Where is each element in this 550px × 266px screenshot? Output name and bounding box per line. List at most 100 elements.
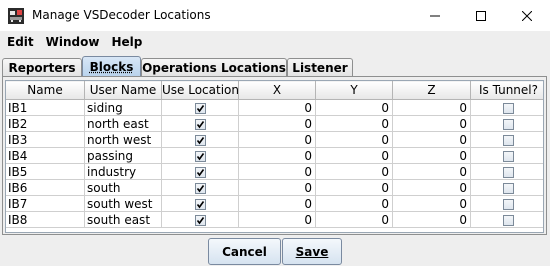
cell-use-location[interactable]: [161, 179, 239, 196]
use-location-checkbox[interactable]: [194, 198, 206, 210]
is-tunnel-checkbox[interactable]: [503, 118, 514, 130]
use-location-checkbox[interactable]: [194, 214, 206, 226]
cell-y[interactable]: 0: [315, 99, 393, 116]
cell-name[interactable]: IB6: [6, 179, 85, 196]
cell-y[interactable]: 0: [315, 147, 393, 164]
menu-window[interactable]: Window: [39, 35, 105, 49]
cell-y[interactable]: 0: [315, 211, 393, 228]
is-tunnel-checkbox[interactable]: [503, 102, 514, 114]
cell-user-name[interactable]: south east: [84, 211, 162, 228]
cell-is-tunnel[interactable]: [470, 147, 543, 164]
save-button[interactable]: Save: [282, 238, 342, 265]
cell-use-location[interactable]: [161, 131, 239, 148]
cell-z[interactable]: 0: [392, 131, 471, 148]
cell-z[interactable]: 0: [392, 195, 471, 212]
cell-y[interactable]: 0: [315, 179, 393, 196]
column-header-name[interactable]: Name: [6, 81, 85, 100]
cell-is-tunnel[interactable]: [470, 179, 543, 196]
cell-use-location[interactable]: [161, 211, 239, 228]
menu-edit[interactable]: Edit: [0, 35, 39, 49]
tab-reporters[interactable]: Reporters: [2, 58, 82, 76]
cell-x[interactable]: 0: [238, 115, 316, 132]
column-header-use-location[interactable]: Use Location: [161, 81, 239, 100]
cell-use-location[interactable]: [161, 115, 239, 132]
blocks-table-container[interactable]: Name User Name Use Location X Y Z Is Tun…: [5, 80, 544, 233]
use-location-checkbox[interactable]: [194, 134, 206, 146]
cell-x[interactable]: 0: [238, 131, 316, 148]
cell-is-tunnel[interactable]: [470, 131, 543, 148]
maximize-button[interactable]: [458, 0, 504, 31]
tab-operations-locations[interactable]: Operations Locations: [141, 58, 287, 76]
cell-z[interactable]: 0: [392, 211, 471, 228]
cell-user-name[interactable]: north west: [84, 131, 162, 148]
table-row[interactable]: IB6 south 0 0 0: [6, 179, 543, 196]
cell-x[interactable]: 0: [238, 179, 316, 196]
table-row[interactable]: IB3 north west 0 0 0: [6, 131, 543, 148]
cell-is-tunnel[interactable]: [470, 211, 543, 228]
cell-is-tunnel[interactable]: [470, 195, 543, 212]
cell-user-name[interactable]: south: [84, 179, 162, 196]
cell-x[interactable]: 0: [238, 147, 316, 164]
close-button[interactable]: [504, 0, 550, 31]
menu-help[interactable]: Help: [104, 35, 147, 49]
cell-user-name[interactable]: siding: [84, 99, 162, 116]
minimize-button[interactable]: [412, 0, 458, 31]
use-location-checkbox[interactable]: [194, 150, 206, 162]
table-row[interactable]: IB1 siding 0 0 0: [6, 99, 543, 116]
cell-use-location[interactable]: [161, 99, 239, 116]
cell-name[interactable]: IB2: [6, 115, 85, 132]
column-header-x[interactable]: X: [238, 81, 316, 100]
use-location-checkbox[interactable]: [194, 118, 206, 130]
tab-listener[interactable]: Listener: [287, 58, 353, 76]
cell-user-name[interactable]: south west: [84, 195, 162, 212]
is-tunnel-checkbox[interactable]: [503, 198, 514, 210]
cell-user-name[interactable]: north east: [84, 115, 162, 132]
cell-y[interactable]: 0: [315, 115, 393, 132]
cell-x[interactable]: 0: [238, 99, 316, 116]
cell-y[interactable]: 0: [315, 195, 393, 212]
is-tunnel-checkbox[interactable]: [503, 182, 514, 194]
is-tunnel-checkbox[interactable]: [503, 214, 514, 226]
cell-user-name[interactable]: industry: [84, 163, 162, 180]
cell-is-tunnel[interactable]: [470, 99, 543, 116]
cell-z[interactable]: 0: [392, 115, 471, 132]
table-row[interactable]: IB8 south east 0 0 0: [6, 211, 543, 228]
cell-use-location[interactable]: [161, 147, 239, 164]
table-row[interactable]: IB2 north east 0 0 0: [6, 115, 543, 132]
column-header-y[interactable]: Y: [315, 81, 393, 100]
table-row[interactable]: IB4 passing 0 0 0: [6, 147, 543, 164]
cancel-button[interactable]: Cancel: [208, 238, 281, 265]
is-tunnel-checkbox[interactable]: [503, 150, 514, 162]
column-header-user-name[interactable]: User Name: [84, 81, 162, 100]
jmri-app-icon[interactable]: [8, 8, 24, 24]
cell-use-location[interactable]: [161, 163, 239, 180]
cell-y[interactable]: 0: [315, 163, 393, 180]
cell-user-name[interactable]: passing: [84, 147, 162, 164]
use-location-checkbox[interactable]: [194, 166, 206, 178]
cell-name[interactable]: IB5: [6, 163, 85, 180]
cell-name[interactable]: IB7: [6, 195, 85, 212]
cell-z[interactable]: 0: [392, 99, 471, 116]
cell-name[interactable]: IB4: [6, 147, 85, 164]
cell-x[interactable]: 0: [238, 195, 316, 212]
cell-name[interactable]: IB1: [6, 99, 85, 116]
cell-x[interactable]: 0: [238, 163, 316, 180]
cell-is-tunnel[interactable]: [470, 163, 543, 180]
is-tunnel-checkbox[interactable]: [503, 134, 514, 146]
is-tunnel-checkbox[interactable]: [503, 166, 514, 178]
use-location-checkbox[interactable]: [194, 102, 206, 114]
cell-is-tunnel[interactable]: [470, 115, 543, 132]
cell-z[interactable]: 0: [392, 147, 471, 164]
table-row[interactable]: IB5 industry 0 0 0: [6, 163, 543, 180]
cell-z[interactable]: 0: [392, 163, 471, 180]
column-header-z[interactable]: Z: [392, 81, 471, 100]
cell-y[interactable]: 0: [315, 131, 393, 148]
cell-use-location[interactable]: [161, 195, 239, 212]
cell-z[interactable]: 0: [392, 179, 471, 196]
cell-x[interactable]: 0: [238, 211, 316, 228]
cell-name[interactable]: IB3: [6, 131, 85, 148]
tab-blocks[interactable]: Blocks: [82, 56, 141, 77]
cell-name[interactable]: IB8: [6, 211, 85, 228]
table-row[interactable]: IB7 south west 0 0 0: [6, 195, 543, 212]
column-header-is-tunnel[interactable]: Is Tunnel?: [470, 81, 543, 100]
